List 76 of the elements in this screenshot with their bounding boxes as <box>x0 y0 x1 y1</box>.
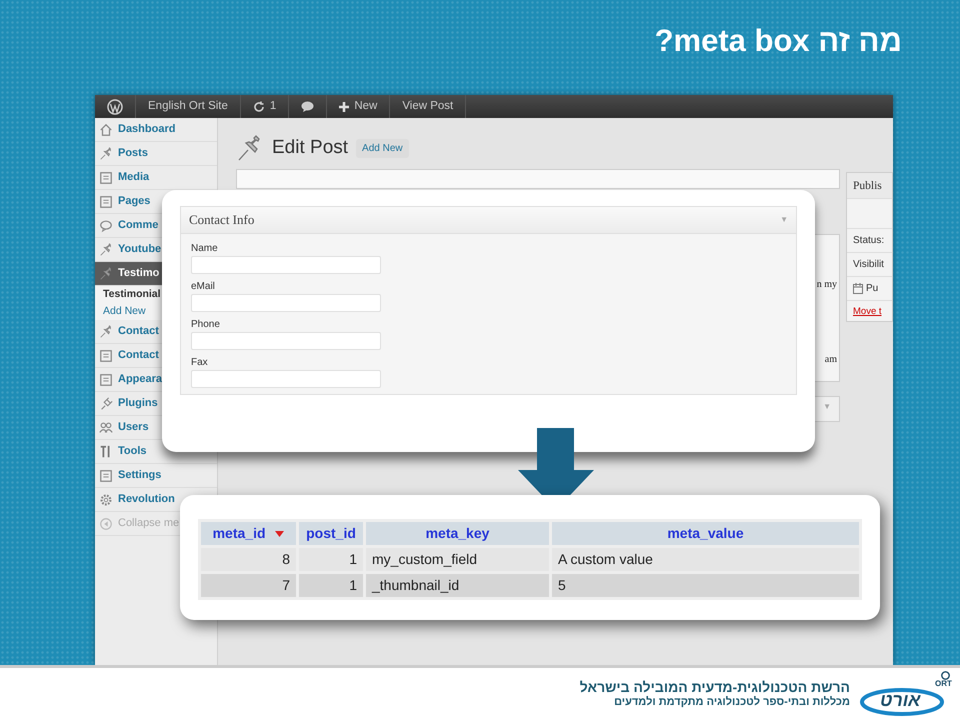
logo-hebrew: אורט <box>880 691 920 709</box>
trash-link[interactable]: Move t <box>853 305 882 320</box>
view-post-link[interactable]: View Post <box>402 98 454 116</box>
field-label: Name <box>191 242 219 256</box>
logo-text: ORT <box>935 680 952 688</box>
box-title: Contact Info <box>189 211 254 230</box>
add-new-button[interactable]: Add New <box>356 138 409 158</box>
panel-icon <box>99 372 113 386</box>
subtitle: מכללות ובתי-ספר לטכנולוגיה מתקדמת ולמדעים <box>613 696 850 709</box>
table-cell: 1 <box>299 548 363 571</box>
input-field[interactable] <box>191 256 381 274</box>
menu-item[interactable]: Comme <box>95 214 160 237</box>
field-label: eMail <box>191 280 216 294</box>
column-header[interactable]: meta_value <box>552 522 859 545</box>
table-cell: 7 <box>201 574 296 597</box>
tagline: הרשת הטכנולוגית-מדעית המובילה בישראל <box>580 679 850 696</box>
plus-icon[interactable] <box>339 102 350 112</box>
globe-icon <box>941 671 950 680</box>
status-label: Status: <box>853 234 884 248</box>
column-header[interactable]: post_id <box>299 522 363 545</box>
house-icon <box>99 122 113 136</box>
panel-icon <box>99 194 113 208</box>
menu-item[interactable]: Youtube <box>95 238 162 261</box>
post-title-field[interactable] <box>236 169 840 189</box>
calendar-icon <box>853 283 863 294</box>
editor-text: am <box>824 353 837 367</box>
field-label: Fax <box>191 356 209 370</box>
editor-text: n my <box>816 278 837 292</box>
menu-item[interactable]: Posts <box>95 142 149 165</box>
visibility-label: Visibilit <box>853 258 884 272</box>
input-field[interactable] <box>191 370 381 388</box>
swoosh-icon <box>860 688 944 716</box>
site-name-link[interactable]: English Ort Site <box>148 98 228 116</box>
panel-icon <box>99 468 113 482</box>
panel-icon <box>99 348 113 362</box>
menu-item[interactable]: Contact <box>95 344 160 367</box>
table-cell: 1 <box>299 574 363 597</box>
menu-item[interactable]: Contact <box>95 320 160 343</box>
table-cell: A custom value <box>552 548 859 571</box>
input-field[interactable] <box>191 294 381 312</box>
page-title: Edit Post <box>272 136 348 160</box>
menu-item[interactable]: Dashboard <box>95 118 176 141</box>
speech-bubble-icon[interactable] <box>301 100 314 112</box>
menu-item[interactable]: Pages <box>95 190 152 213</box>
menu-item[interactable]: Settings <box>95 464 162 487</box>
menu-item[interactable]: Tools <box>95 440 148 463</box>
pushpin-icon <box>99 266 113 280</box>
wordpress-logo-icon[interactable] <box>107 98 123 114</box>
table-cell: _thumbnail_id <box>366 574 549 597</box>
panel-icon <box>99 170 113 184</box>
menu-item[interactable]: Appeara <box>95 368 164 391</box>
column-header[interactable]: meta_key <box>366 522 549 545</box>
people-icon <box>99 420 113 434</box>
plug-icon <box>99 396 113 410</box>
table-cell: my_custom_field <box>366 548 549 571</box>
table-cell: 5 <box>552 574 859 597</box>
table-cell: 8 <box>201 548 296 571</box>
new-link[interactable]: New <box>354 98 378 116</box>
gear-icon <box>99 492 113 506</box>
column-header[interactable]: meta_id <box>201 522 296 545</box>
menu-item[interactable]: Users <box>95 416 150 439</box>
collapse-icon <box>99 516 113 530</box>
refresh-icon[interactable] <box>252 100 265 112</box>
input-field[interactable] <box>191 332 381 350</box>
menu-item[interactable]: Media <box>95 166 150 189</box>
pushpin-icon <box>99 146 113 160</box>
pushpin-icon <box>99 242 113 256</box>
update-count[interactable]: 1 <box>270 98 276 116</box>
publish-date-label: Pu <box>866 282 878 296</box>
menu-item[interactable]: Plugins <box>95 392 159 415</box>
field-label: Phone <box>191 318 221 332</box>
menu-item[interactable]: Revolution <box>95 488 176 511</box>
box-title: Publis <box>847 173 892 199</box>
pushpin-icon <box>99 324 113 338</box>
speech-bubble-icon <box>99 218 113 232</box>
slide-title: מה זה meta box? <box>654 22 902 60</box>
